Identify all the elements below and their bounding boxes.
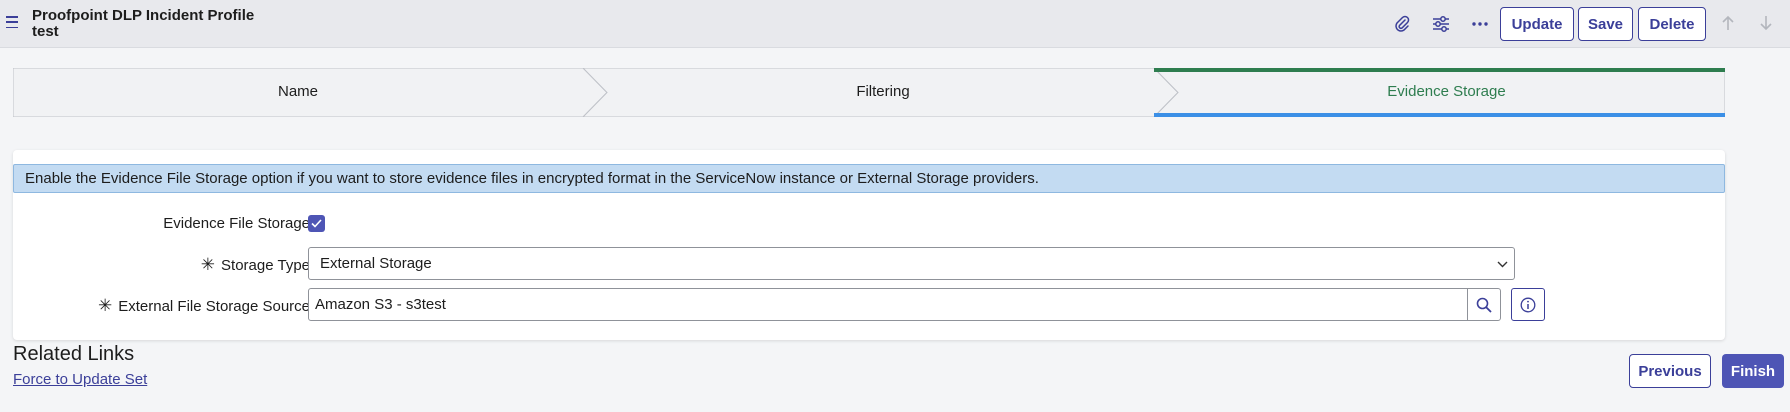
external-source-input[interactable]: Amazon S3 - s3test [308, 288, 1468, 321]
arrow-down-icon[interactable] [1755, 12, 1777, 34]
evidence-file-storage-label: Evidence File Storage [163, 215, 310, 232]
wizard-steps: Name Filtering Evidence Storage [13, 68, 1725, 117]
menu-icon[interactable] [6, 16, 18, 28]
reference-info-button[interactable] [1511, 288, 1545, 321]
finish-button[interactable]: Finish [1722, 354, 1784, 388]
wizard-step-evidence-storage[interactable]: Evidence Storage [1168, 83, 1725, 100]
required-icon: ✳ [200, 255, 216, 274]
update-button[interactable]: Update [1500, 7, 1574, 41]
arrow-up-icon[interactable] [1717, 12, 1739, 34]
external-source-label-text: External File Storage Source [118, 298, 310, 315]
external-source-label: ✳ External File Storage Source [98, 296, 310, 316]
page-title-line2: test [32, 23, 59, 40]
save-button[interactable]: Save [1578, 7, 1633, 41]
storage-type-label-text: Storage Type [221, 257, 310, 274]
checkmark-icon [311, 219, 322, 228]
form-header: Proofpoint DLP Incident Profile test Upd… [0, 0, 1790, 48]
form-card: Enable the Evidence File Storage option … [13, 150, 1725, 340]
search-icon [1476, 297, 1492, 313]
storage-type-label: ✳ Storage Type [201, 255, 310, 275]
force-update-set-link[interactable]: Force to Update Set [13, 371, 147, 388]
storage-type-select[interactable]: External Storage [308, 247, 1515, 280]
evidence-file-storage-checkbox[interactable] [308, 215, 325, 232]
page-title: Proofpoint DLP Incident Profile test [32, 8, 292, 40]
wizard-step-filtering[interactable]: Filtering [598, 83, 1168, 100]
delete-button[interactable]: Delete [1638, 7, 1706, 41]
required-icon: ✳ [97, 296, 113, 315]
sliders-icon[interactable] [1427, 10, 1455, 38]
paperclip-icon[interactable] [1388, 10, 1416, 38]
info-message: Enable the Evidence File Storage option … [13, 164, 1725, 193]
lookup-button[interactable] [1467, 288, 1501, 321]
related-links-title: Related Links [13, 343, 135, 365]
chevron-down-icon [1497, 248, 1508, 279]
storage-type-value: External Storage [320, 255, 432, 272]
wizard-step-name[interactable]: Name [13, 83, 583, 100]
info-icon [1520, 297, 1536, 312]
page-title-line1: Proofpoint DLP Incident Profile [32, 7, 255, 24]
more-icon[interactable] [1466, 10, 1494, 38]
previous-button[interactable]: Previous [1629, 354, 1711, 388]
